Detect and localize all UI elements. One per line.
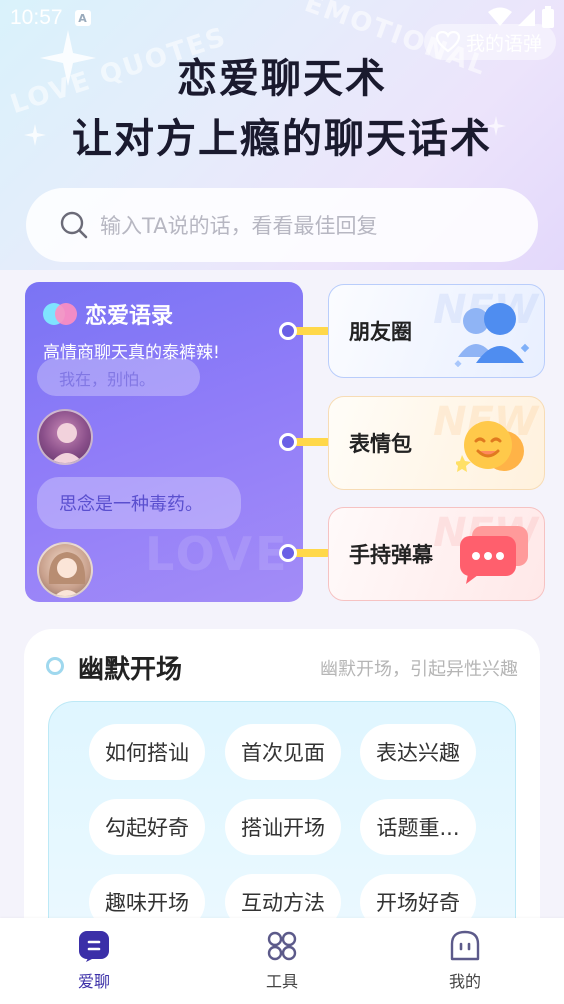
profile-icon (450, 930, 480, 961)
grid-circles-icon (267, 931, 297, 961)
page-title: 恋爱聊天术 (177, 56, 387, 102)
nav-item-mine[interactable]: 我的 (415, 930, 515, 992)
tag-label: 如何搭讪 (105, 741, 189, 765)
avatar-top (37, 409, 93, 465)
page-subtitle: 让对方上瘾的聊天话术 (72, 116, 492, 162)
tag-arouse-curiosity[interactable]: 勾起好奇 (89, 799, 205, 855)
humor-title: 幽默开场 (78, 655, 183, 685)
search-input[interactable]: 输入TA说的话，看看最佳回复 (100, 210, 378, 240)
love-watermark: LOVE (145, 527, 290, 581)
nav-label-mine: 我的 (448, 972, 481, 991)
tag-label: 首次见面 (241, 741, 325, 765)
tag-label: 表达兴趣 (376, 741, 460, 765)
humor-subtitle: 幽默开场，引起异性兴趣 (320, 659, 518, 680)
quote-bubble-bottom-text: 思念是一种毒药。 (59, 494, 203, 515)
quotes-logo-icon (43, 303, 77, 325)
connector-1 (279, 322, 331, 340)
emoji-face-icon (456, 421, 524, 472)
avatar-bottom (37, 542, 93, 598)
message-bubble-icon (460, 526, 528, 584)
quotes-header: 恋爱语录 (43, 298, 173, 330)
danmaku-label: 手持弹幕 (349, 543, 433, 567)
tag-label: 搭讪开场 (241, 816, 325, 840)
tag-approach-opening[interactable]: 搭讪开场 (225, 799, 341, 855)
nav-item-chat[interactable]: 爱聊 (44, 930, 144, 992)
avatar-top-icon (51, 423, 83, 463)
tag-express-interest[interactable]: 表达兴趣 (360, 724, 476, 780)
stickers-label: 表情包 (349, 432, 412, 456)
tag-label: 互动方法 (241, 891, 325, 915)
moments-card[interactable]: NEW 朋友圈 (328, 284, 545, 378)
quote-bubble-top: 我在，别怕。 (37, 358, 200, 396)
nav-label-tools: 工具 (265, 972, 298, 991)
moments-label: 朋友圈 (349, 320, 412, 344)
humor-section: 幽默开场 幽默开场，引起异性兴趣 如何搭讪 首次见面 表达兴趣 勾起好奇 搭讪开… (24, 629, 540, 961)
connector-2 (279, 433, 331, 451)
chat-icon (79, 931, 109, 962)
chat-people-icon (454, 303, 530, 367)
tag-first-meeting[interactable]: 首次见面 (225, 724, 341, 780)
tag-how-to-approach[interactable]: 如何搭讪 (89, 724, 205, 780)
search-icon (60, 211, 88, 239)
nav-item-tools[interactable]: 工具 (232, 930, 332, 992)
search-bar[interactable]: 输入TA说的话，看看最佳回复 (26, 188, 538, 262)
quote-bubble-top-text: 我在，别怕。 (59, 370, 156, 389)
tag-label: 趣味开场 (105, 891, 189, 915)
nav-label-chat: 爱聊 (77, 972, 110, 991)
connector-3 (279, 544, 331, 562)
tag-label: 勾起好奇 (105, 816, 189, 840)
section-dot-icon (46, 657, 64, 675)
avatar-bottom-icon (48, 552, 86, 596)
love-quotes-card[interactable]: LOVE 恋爱语录 高情商聊天真的泰裤辣! 我在，别怕。 思念是一种毒药。 (25, 282, 303, 602)
quotes-title: 恋爱语录 (85, 304, 174, 329)
status-time: 10:57 (10, 6, 63, 29)
tag-label: 话题重... (376, 816, 460, 840)
quote-bubble-bottom: 思念是一种毒药。 (37, 477, 241, 529)
bottom-nav: 爱聊 工具 我的 (0, 918, 564, 1004)
tag-topic-restart[interactable]: 话题重... (360, 799, 476, 855)
notification-icon: A (74, 10, 91, 26)
handheld-danmaku-card[interactable]: NEW 手持弹幕 (328, 507, 545, 601)
tag-label: 开场好奇 (376, 891, 460, 915)
stickers-card[interactable]: NEW 表情包 (328, 396, 545, 490)
